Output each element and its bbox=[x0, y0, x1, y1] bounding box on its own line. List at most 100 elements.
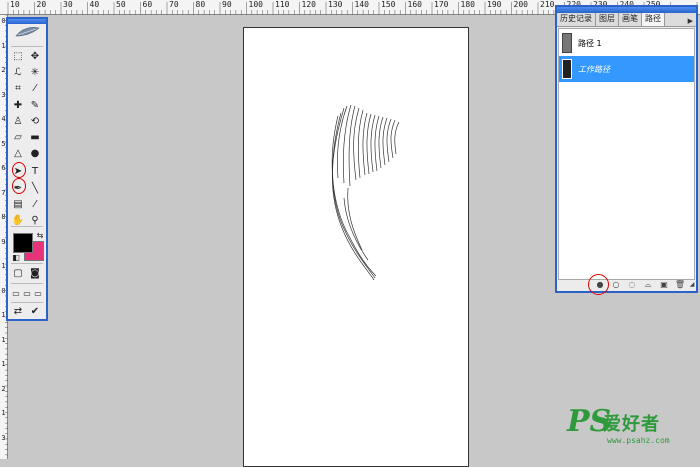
hair-strand-path bbox=[370, 114, 376, 173]
ruler-label: 210 bbox=[540, 0, 555, 9]
magic-wand-tool-icon[interactable]: ✳ bbox=[28, 66, 42, 80]
toolbox-divider bbox=[11, 226, 43, 227]
ruler-label: 2 bbox=[1, 384, 6, 393]
screen-mode-full-icon[interactable]: ▭ bbox=[31, 287, 45, 301]
tab-paths[interactable]: 路径 bbox=[642, 13, 665, 26]
ruler-label: 130 bbox=[328, 0, 343, 9]
toolbox-divider bbox=[11, 302, 43, 303]
ruler-label: 60 bbox=[142, 0, 153, 9]
watermark-chinese: 爱好者 bbox=[603, 414, 660, 435]
gradient-tool-icon[interactable]: ▬ bbox=[28, 131, 42, 145]
stroke-path-icon[interactable]: ○ bbox=[608, 278, 624, 291]
ruler-label: 20 bbox=[36, 0, 47, 9]
ruler-label: 170 bbox=[434, 0, 449, 9]
new-path-icon[interactable]: ▣ bbox=[656, 278, 672, 291]
ruler-label: 80 bbox=[195, 0, 206, 9]
crop-tool-icon[interactable]: ⌗ bbox=[11, 82, 25, 96]
slice-tool-icon[interactable]: ⁄ bbox=[28, 82, 42, 96]
ruler-label: 160 bbox=[407, 0, 422, 9]
dodge-tool-icon[interactable]: ● bbox=[28, 147, 42, 161]
marquee-tool-icon[interactable]: ⬚ bbox=[11, 50, 25, 64]
brush-tool-icon[interactable]: ✎ bbox=[28, 99, 42, 113]
ruler-label: 200 bbox=[513, 0, 528, 9]
hair-strand-path bbox=[390, 119, 396, 159]
path-item-work-path[interactable]: 工作路径 bbox=[559, 56, 694, 82]
ruler-label: 120 bbox=[301, 0, 316, 9]
healing-brush-tool-icon[interactable]: ✚ bbox=[11, 99, 25, 113]
ruler-label: 70 bbox=[169, 0, 179, 9]
load-selection-icon[interactable]: ◌ bbox=[624, 278, 640, 291]
ruler-label: 110 bbox=[275, 0, 290, 9]
blur-tool-icon[interactable]: △ bbox=[11, 147, 25, 161]
tab-history[interactable]: 历史记录 bbox=[557, 13, 596, 26]
hair-strand-path bbox=[386, 118, 392, 163]
path-selection-highlight bbox=[12, 162, 26, 178]
move-tool-icon[interactable]: ✥ bbox=[28, 50, 42, 64]
ruler-label: 180 bbox=[460, 0, 475, 9]
delete-path-icon[interactable]: 🗑 bbox=[672, 278, 688, 291]
ruler-label: 150 bbox=[381, 0, 396, 9]
eyedropper-tool-icon[interactable]: ⁄ bbox=[28, 198, 42, 212]
history-brush-tool-icon[interactable]: ⟲ bbox=[28, 115, 42, 129]
hair-strand-path bbox=[362, 112, 368, 176]
psahz-watermark: PS 爱好者 www.psahz.com bbox=[567, 404, 697, 454]
ruler-label: 40 bbox=[89, 0, 100, 9]
ruler-label: 140 bbox=[354, 0, 369, 9]
type-tool-icon[interactable]: T bbox=[28, 165, 42, 179]
imageready-icon[interactable]: ✔ bbox=[28, 305, 42, 319]
clone-stamp-tool-icon[interactable]: ♙ bbox=[11, 115, 25, 129]
panel-bottom-bar: ● ○ ◌ ⌓ ▣ 🗑 ◢ bbox=[557, 278, 696, 291]
document-canvas[interactable] bbox=[243, 27, 469, 467]
ruler-label: 190 bbox=[487, 0, 502, 9]
path-item-label: 路径 1 bbox=[578, 38, 602, 48]
ruler-label: 30 bbox=[63, 0, 73, 9]
paths-panel[interactable]: 历史记录 图层 画笔 路径 ▶ 路径 1 工作路径 ● ○ ◌ ⌓ ▣ 🗑 ◢ bbox=[555, 5, 698, 293]
ruler-label: 3 bbox=[1, 433, 6, 442]
hair-strand-path bbox=[366, 113, 372, 175]
photoshop-feather-icon[interactable] bbox=[8, 24, 46, 40]
hair-strand-path bbox=[374, 115, 380, 172]
hair-strand-path bbox=[348, 105, 356, 187]
resize-grip-icon[interactable]: ◢ bbox=[688, 278, 696, 291]
ruler-label: 50 bbox=[116, 0, 126, 9]
pen-tool-highlight bbox=[12, 178, 26, 194]
jump-to-imageready-icon[interactable]: ⇄ bbox=[11, 305, 25, 319]
path-thumbnail bbox=[562, 59, 572, 79]
hair-strand-path bbox=[378, 116, 384, 169]
hair-strand-path bbox=[331, 107, 375, 281]
path-item-label: 工作路径 bbox=[578, 64, 610, 74]
panel-tab-bar: 历史记录 图层 画笔 路径 ▶ bbox=[557, 13, 696, 27]
tab-layers[interactable]: 图层 bbox=[596, 13, 619, 26]
lasso-tool-icon[interactable]: ℒ bbox=[11, 66, 25, 80]
ruler-label: 1 bbox=[1, 335, 6, 344]
path-item-path1[interactable]: 路径 1 bbox=[559, 30, 694, 56]
notes-tool-icon[interactable]: ▤ bbox=[11, 198, 25, 212]
ruler-label: 10 bbox=[10, 0, 20, 9]
foreground-color-swatch[interactable] bbox=[13, 233, 33, 253]
hair-strand-path bbox=[337, 105, 348, 179]
hair-strand-path bbox=[382, 117, 388, 166]
quick-mask-mode-icon[interactable]: ◙ bbox=[28, 267, 42, 281]
ruler-label: 1 bbox=[1, 409, 6, 417]
toolbox-panel[interactable]: ⬚ ✥ ℒ ✳ ⌗ ⁄ ✚ ✎ ♙ ⟲ ▱ ▬ △ ● ➤ T ✒ ╲ ▤ ⁄ ✋ ⚲ ⇆ ◧ ▢ ◙ ▭ ▭ ▭ ⇄ ✔ bbox=[6, 17, 48, 321]
path-thumbnail bbox=[562, 33, 572, 53]
feather-logo bbox=[15, 26, 40, 37]
hair-path-drawing bbox=[331, 104, 400, 281]
hair-strand-path bbox=[357, 109, 364, 179]
panel-menu-arrow-icon[interactable]: ▶ bbox=[688, 15, 693, 27]
swap-colors-icon[interactable]: ⇆ bbox=[33, 229, 47, 243]
ruler-label: 90 bbox=[222, 0, 232, 9]
ruler-label: 100 bbox=[248, 0, 263, 9]
watermark-url: www.psahz.com bbox=[607, 436, 670, 445]
tab-brushes[interactable]: 画笔 bbox=[619, 13, 642, 26]
hair-strand-path bbox=[394, 121, 400, 155]
standard-mode-icon[interactable]: ▢ bbox=[11, 267, 25, 281]
toolbox-divider bbox=[11, 263, 43, 264]
line-tool-icon[interactable]: ╲ bbox=[28, 182, 42, 196]
path-list: 路径 1 工作路径 bbox=[558, 28, 695, 280]
ruler-label: 1 bbox=[1, 360, 6, 368]
make-work-path-icon[interactable]: ⌓ bbox=[640, 278, 656, 291]
toolbox-divider bbox=[11, 46, 43, 47]
stroke-path-highlight bbox=[588, 274, 609, 295]
eraser-tool-icon[interactable]: ▱ bbox=[11, 131, 25, 145]
